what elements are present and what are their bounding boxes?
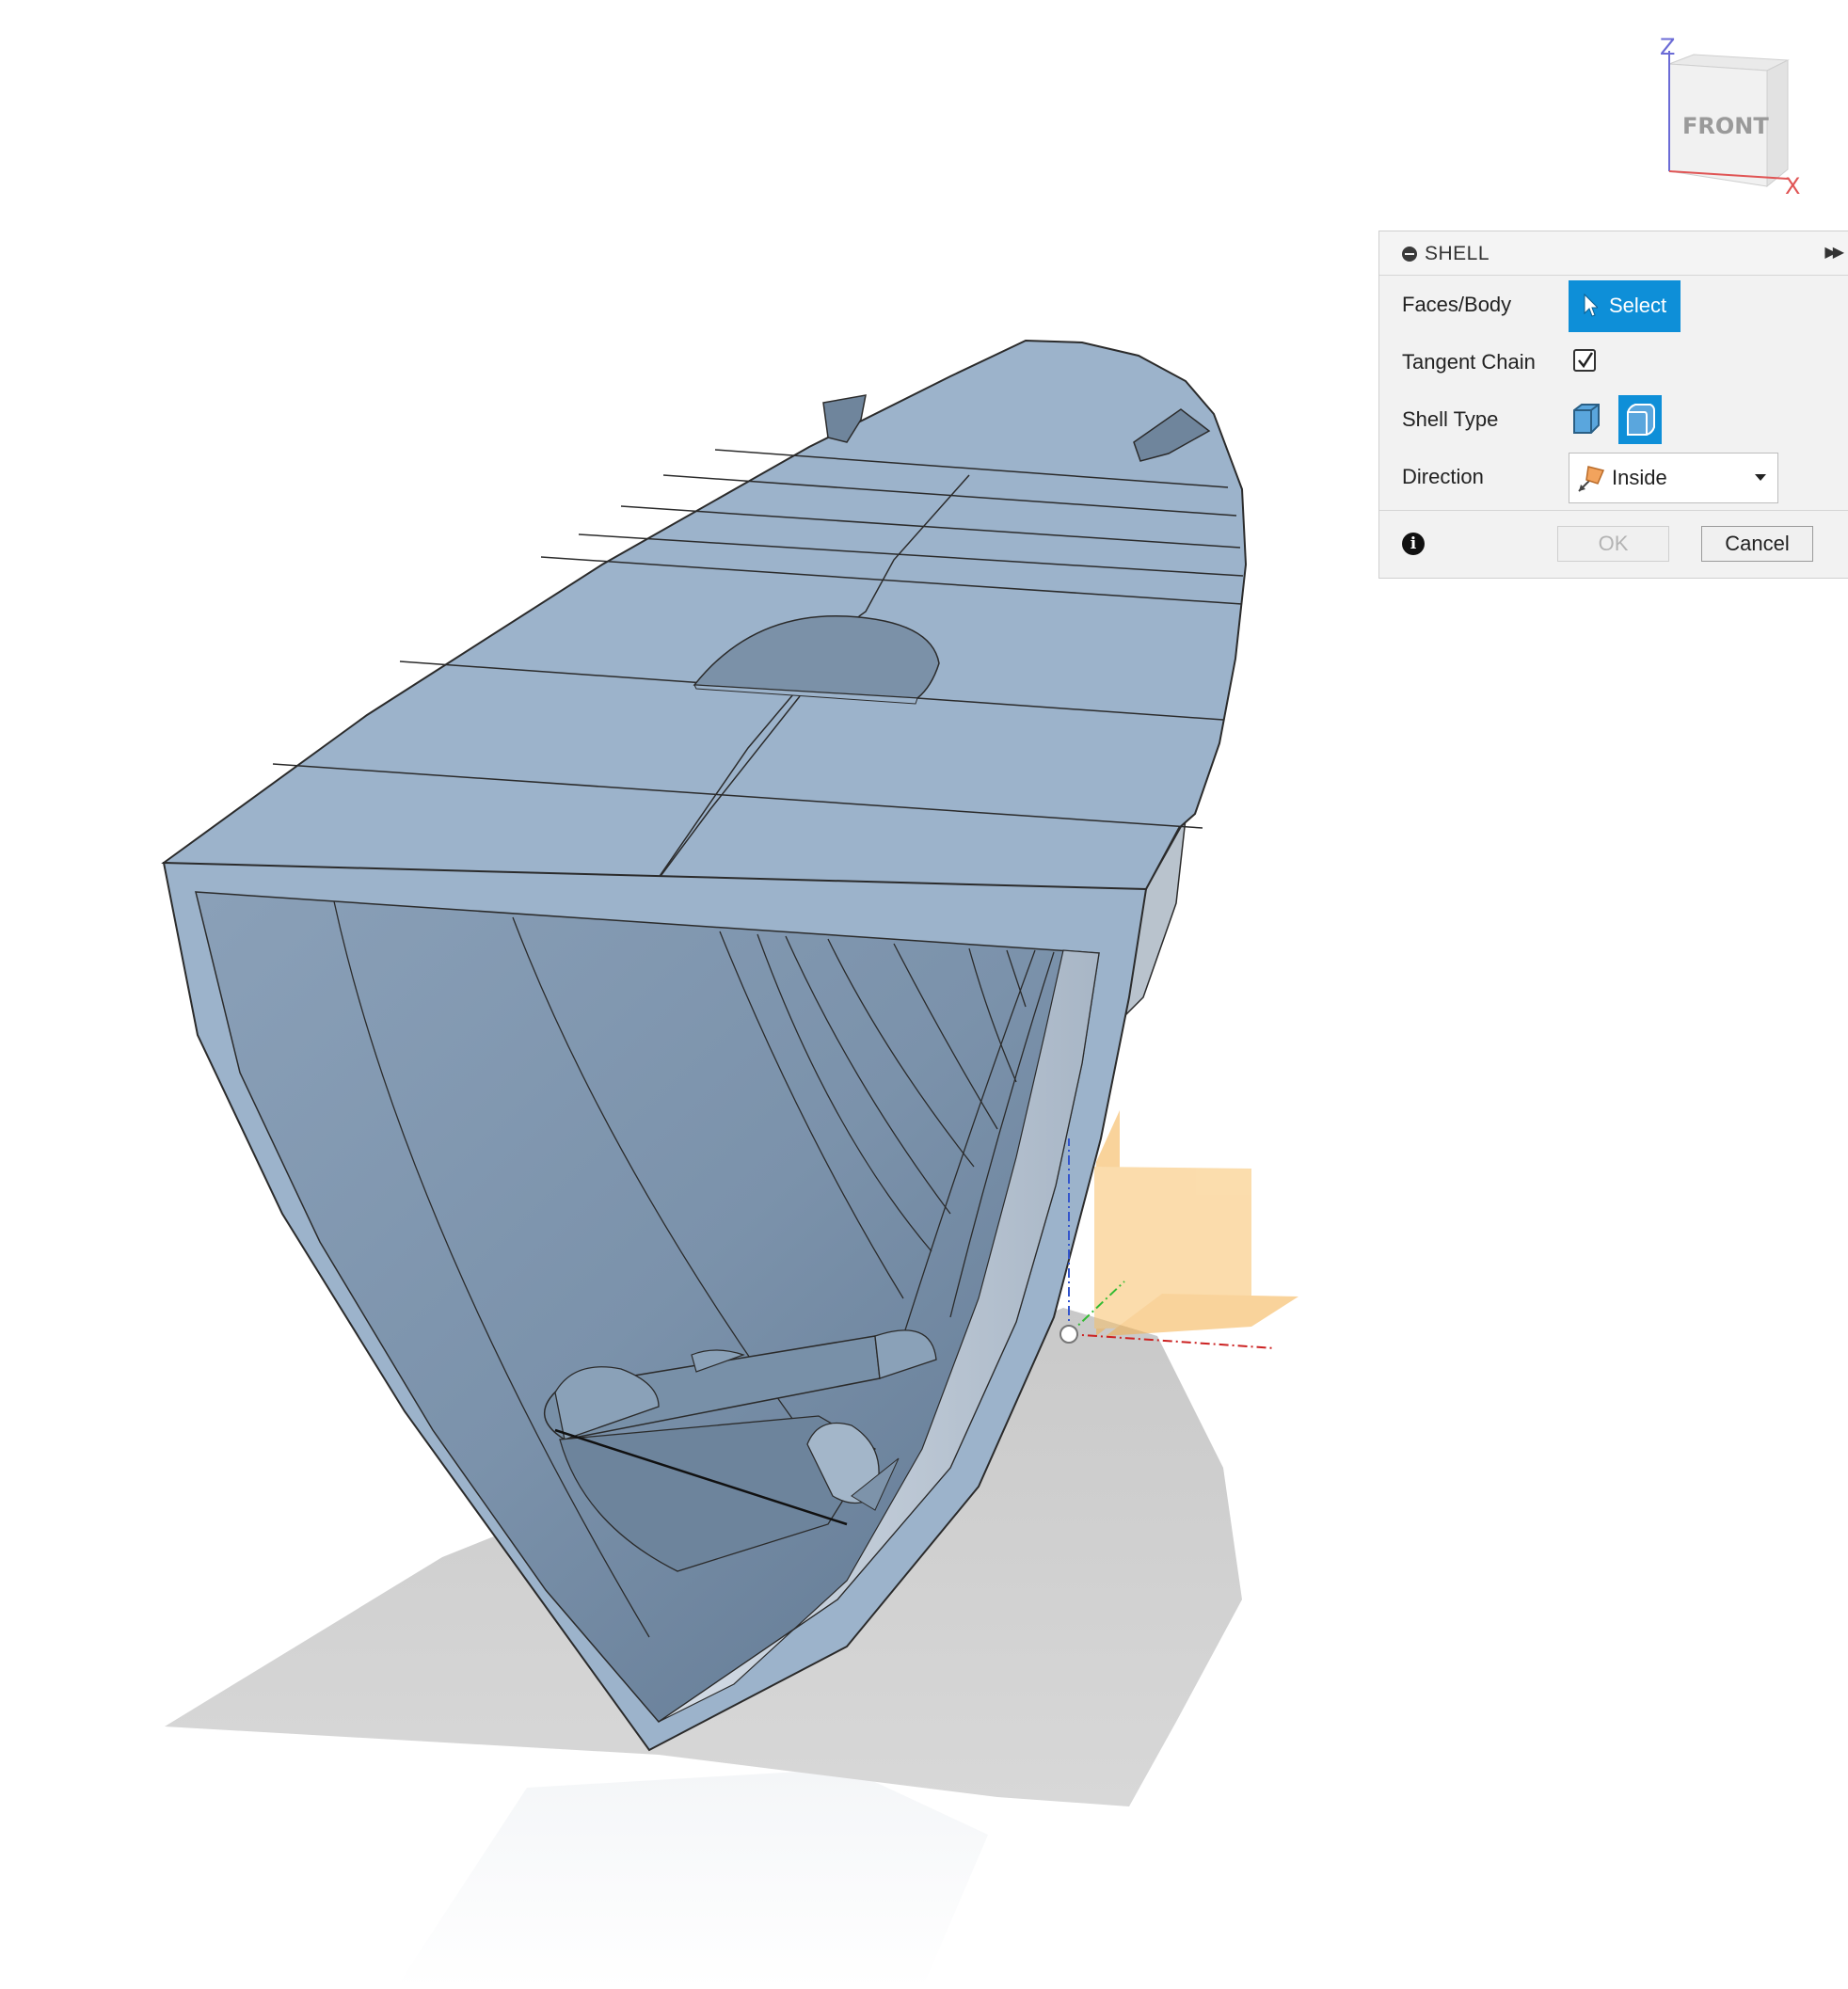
viewcube-x-label: X: [1785, 173, 1800, 199]
floor-reflection: [395, 1769, 988, 1989]
direction-value: Inside: [1612, 466, 1667, 489]
shell-dialog-title: SHELL: [1425, 243, 1490, 264]
shell-type-sharp-icon[interactable]: [1569, 401, 1604, 437]
faces-body-label: Faces/Body: [1402, 293, 1512, 316]
cancel-button[interactable]: Cancel: [1701, 526, 1813, 562]
tangent-chain-label: Tangent Chain: [1402, 350, 1536, 374]
collapse-icon[interactable]: [1402, 247, 1417, 262]
ok-button[interactable]: OK: [1557, 526, 1669, 562]
shell-dialog: SHELL ▶▶ Faces/Body Select Tangent Chain…: [1378, 231, 1848, 579]
shell-dialog-header[interactable]: SHELL ▶▶: [1379, 231, 1848, 276]
cursor-arrow-icon: [1584, 294, 1598, 317]
checkmark-icon: [1578, 352, 1594, 369]
direction-label: Direction: [1402, 465, 1484, 488]
shell-type-rounded-icon: [1627, 404, 1655, 436]
origin-point[interactable]: [1059, 1325, 1078, 1344]
viewcube-front-label[interactable]: FRONT: [1682, 113, 1769, 139]
viewcube[interactable]: FRONT Z X: [1637, 28, 1840, 207]
viewcube-right-face[interactable]: [1766, 59, 1789, 188]
dialog-divider: [1379, 510, 1848, 511]
tangent-chain-checkbox[interactable]: [1573, 349, 1596, 372]
viewcube-z-label: Z: [1660, 34, 1675, 60]
direction-dropdown[interactable]: Inside: [1569, 453, 1778, 503]
chevron-down-icon: [1755, 474, 1766, 481]
info-icon[interactable]: i: [1402, 533, 1425, 555]
origin-planes: [1094, 1110, 1298, 1336]
shell-type-label: Shell Type: [1402, 407, 1499, 431]
select-faces-button[interactable]: Select: [1569, 280, 1681, 332]
shell-type-rounded-button[interactable]: [1618, 395, 1662, 444]
select-button-label: Select: [1609, 294, 1667, 317]
expand-arrows-icon[interactable]: ▶▶: [1824, 243, 1844, 262]
direction-inside-icon: [1578, 466, 1605, 492]
